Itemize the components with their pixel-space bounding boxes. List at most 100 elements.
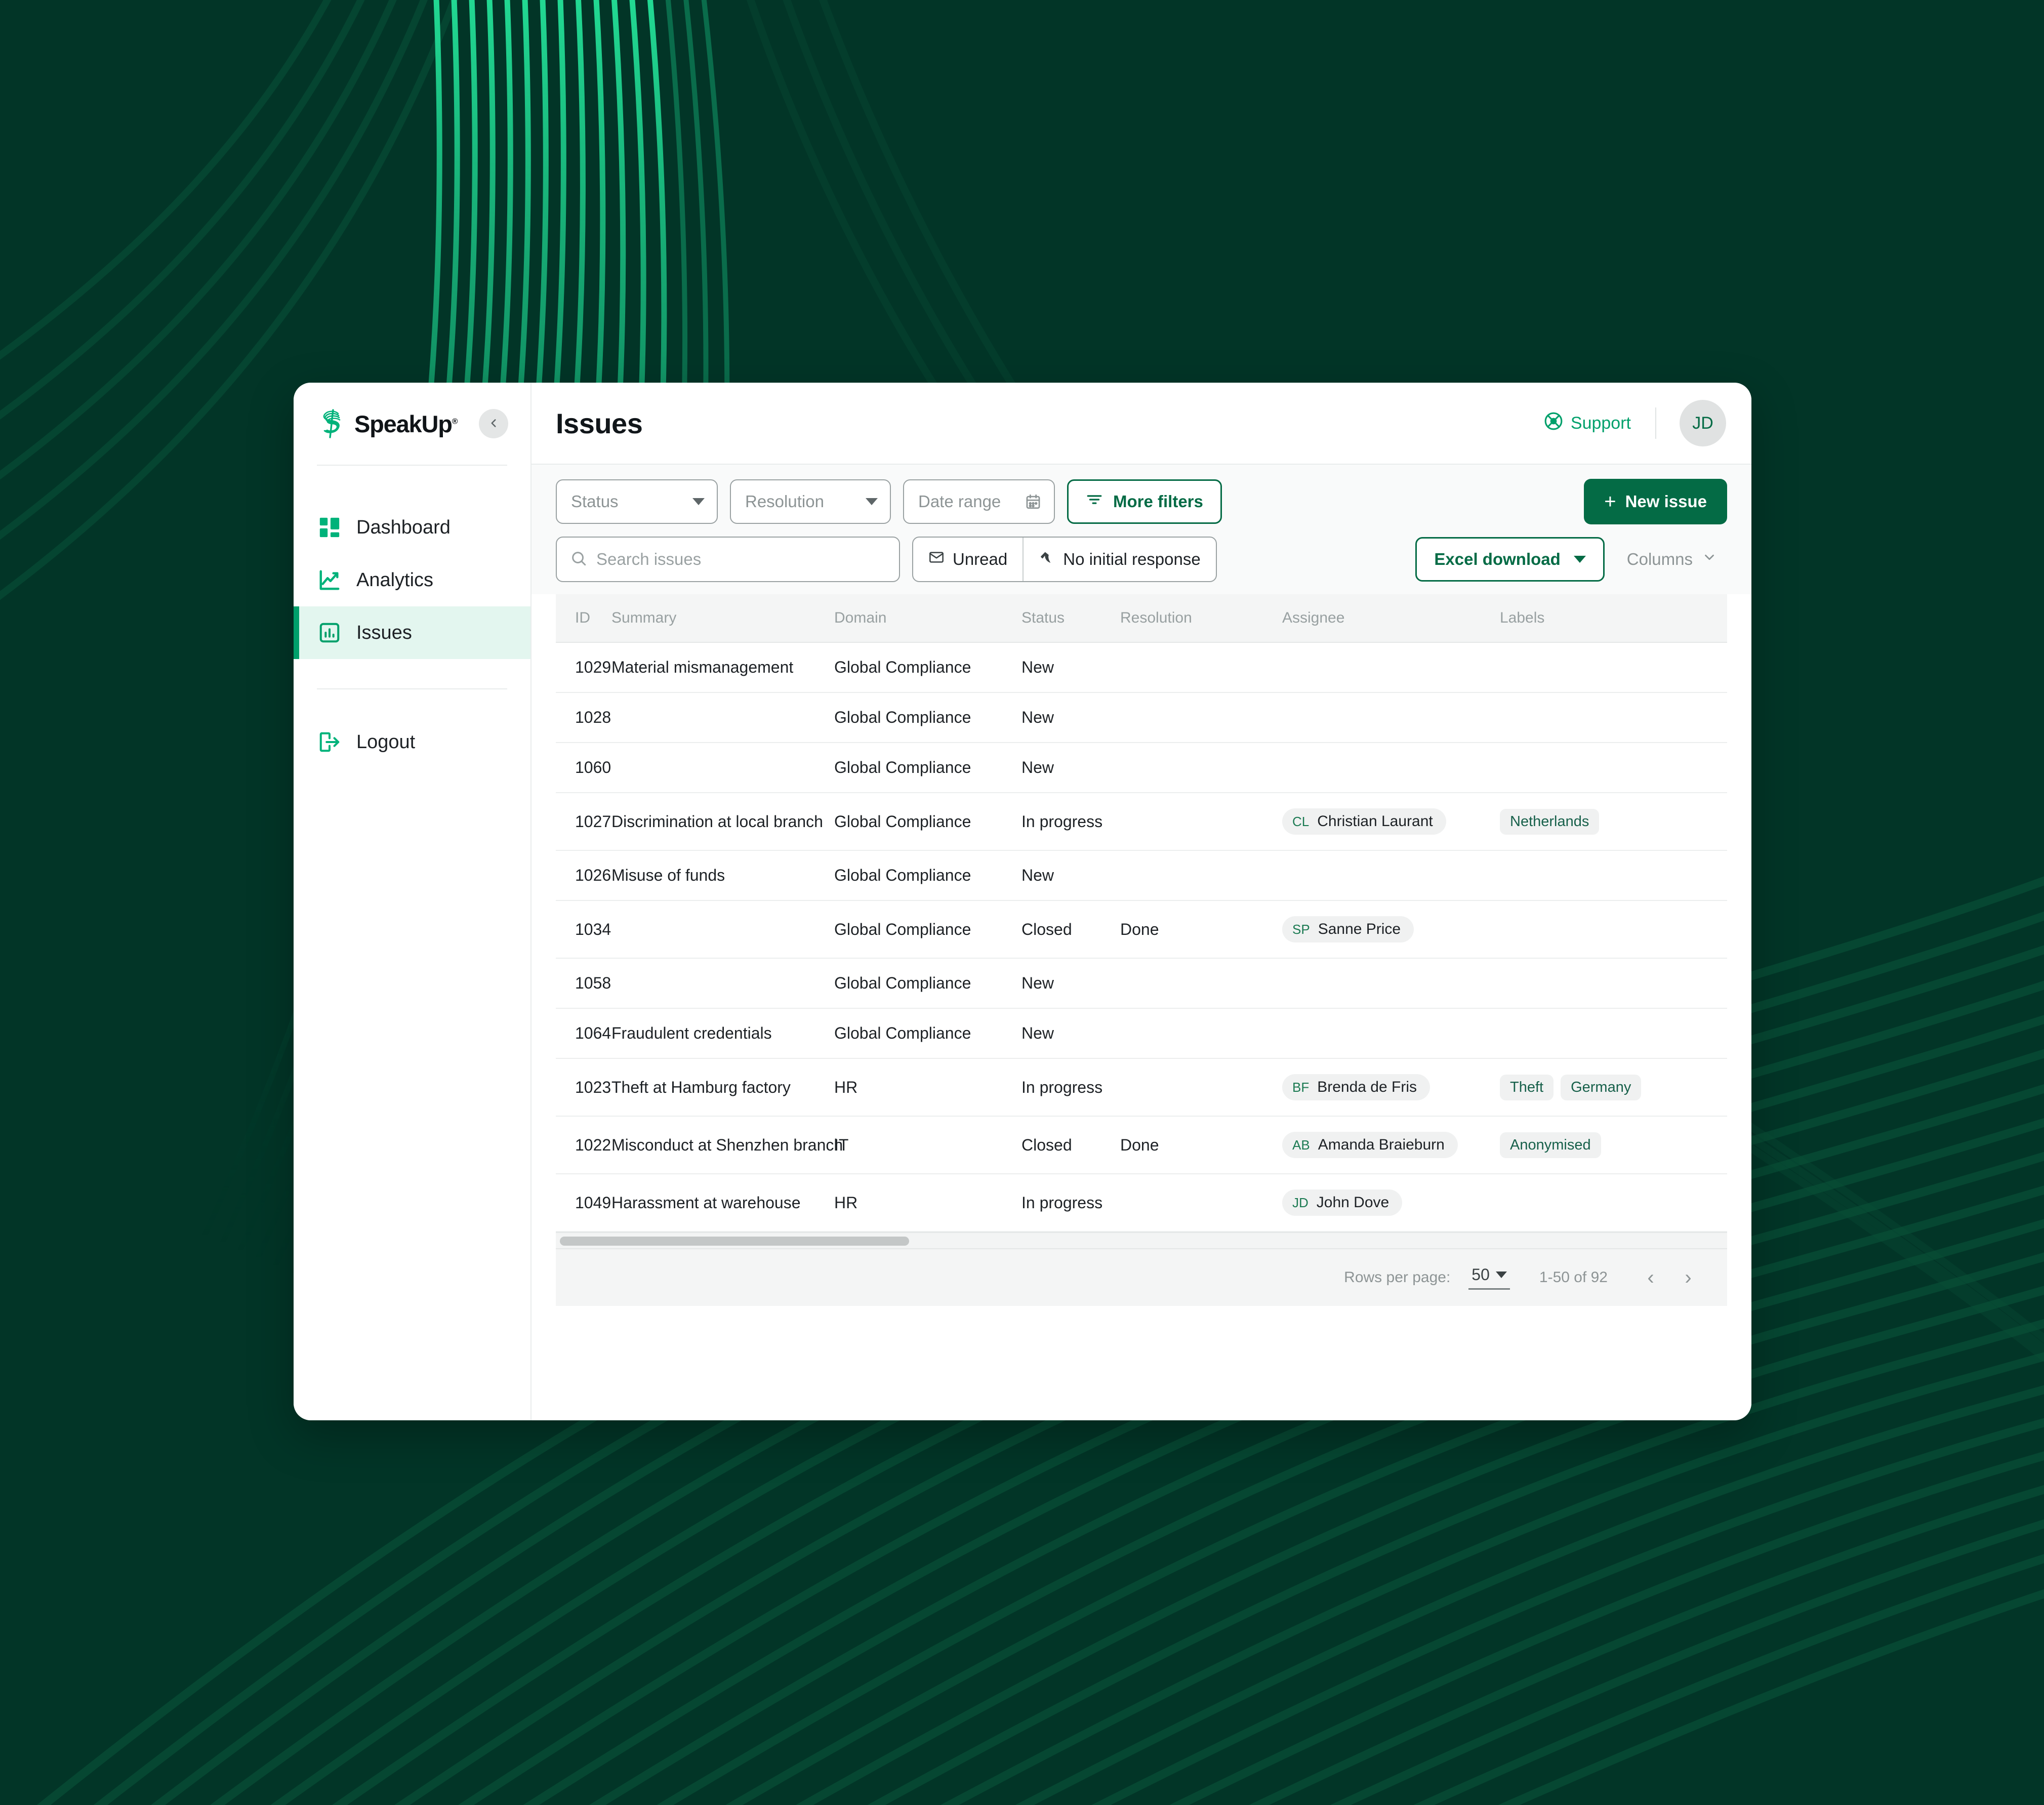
status-filter-select[interactable]: Status — [556, 479, 718, 524]
brand-name: SpeakUp® — [354, 410, 458, 437]
scrollbar-thumb[interactable] — [560, 1237, 909, 1246]
speakup-swirl-logo — [318, 408, 345, 439]
resolution-filter-select[interactable]: Resolution — [730, 479, 891, 524]
label-chip[interactable]: Netherlands — [1500, 808, 1600, 835]
sidebar-item-label: Analytics — [356, 569, 434, 591]
avatar[interactable]: JD — [1680, 400, 1726, 446]
table-horizontal-scrollbar[interactable] — [556, 1232, 1727, 1249]
unread-label: Unread — [953, 550, 1008, 568]
table-row[interactable]: 1028Global ComplianceNew25 Jun — [556, 692, 1727, 743]
assignee-name: Amanda Braieburn — [1318, 1136, 1445, 1153]
cell-summary — [611, 900, 834, 959]
table-row[interactable]: 1023 Theft at Hamburg factory HR In progres… — [556, 1058, 1727, 1117]
assignee-chip[interactable]: JD John Dove — [1282, 1189, 1403, 1216]
cell-labels: Anonymised — [1500, 1116, 1727, 1174]
cell-id: 1026 — [556, 850, 611, 901]
search-input[interactable] — [596, 550, 886, 569]
table-row[interactable]: 1026Misuse of fundsGlobal ComplianceNew2… — [556, 850, 1727, 901]
sidebar-item-issues[interactable]: Issues — [294, 606, 530, 659]
support-link[interactable]: Support — [1544, 412, 1655, 435]
filter-lines-icon — [1086, 491, 1103, 512]
column-header-summary[interactable]: Summary — [611, 594, 834, 643]
cell-status: New — [1021, 1008, 1120, 1059]
label-chip[interactable]: Theft — [1500, 1074, 1554, 1100]
previous-page-button[interactable]: ‹ — [1632, 1259, 1669, 1296]
column-header-status[interactable]: Status — [1021, 594, 1120, 643]
sidebar: SpeakUp® Dashboard Analytics Issues Logo… — [294, 383, 532, 1420]
cell-resolution: Done — [1120, 900, 1282, 959]
cell-id: 1022 — [556, 1116, 611, 1174]
cell-labels — [1500, 900, 1727, 959]
cell-status: New — [1021, 743, 1120, 793]
no-initial-response-filter-button[interactable]: No initial response — [1023, 538, 1215, 581]
cell-summary: Fraudulent credentials — [611, 1008, 834, 1059]
rows-per-page-label: Rows per page: — [1344, 1269, 1451, 1286]
reply-arrow-icon — [1039, 549, 1055, 569]
cell-labels: Theft Germany — [1500, 1058, 1727, 1117]
cell-id: 1029 — [556, 642, 611, 693]
assignee-chip[interactable]: AB Amanda Braieburn — [1282, 1132, 1458, 1158]
assignee-name: John Dove — [1316, 1194, 1389, 1211]
chevron-down-icon — [1573, 556, 1586, 563]
sidebar-item-label: Logout — [356, 731, 416, 753]
sidebar-nav: Dashboard Analytics Issues Logout — [294, 466, 530, 768]
sidebar-item-logout[interactable]: Logout — [294, 716, 530, 768]
sidebar-collapse-button[interactable] — [479, 409, 508, 438]
cell-summary — [611, 743, 834, 793]
date-range-input[interactable]: Date range — [903, 479, 1055, 524]
cell-summary: Discrimination at local branch — [611, 793, 834, 851]
rows-per-page-select[interactable]: 50 — [1468, 1265, 1510, 1290]
new-issue-button[interactable]: + New issue — [1584, 479, 1727, 524]
excel-download-button[interactable]: Excel download — [1415, 537, 1605, 582]
cell-domain: Global Compliance — [834, 958, 1021, 1009]
next-page-button[interactable]: › — [1669, 1259, 1707, 1296]
column-header-domain[interactable]: Domain — [834, 594, 1021, 643]
sidebar-item-label: Dashboard — [356, 516, 451, 538]
table-row[interactable]: 1034 Global Compliance Closed Done SP Sanne P… — [556, 900, 1727, 959]
header-actions: Support JD — [1544, 400, 1726, 446]
sidebar-item-analytics[interactable]: Analytics — [294, 554, 530, 606]
assignee-chip[interactable]: CL Christian Laurant — [1282, 808, 1446, 835]
label-chip[interactable]: Anonymised — [1500, 1132, 1601, 1158]
columns-button[interactable]: Columns — [1617, 550, 1727, 569]
table-row[interactable]: 1049 Harassment at warehouse HR In progress… — [556, 1174, 1727, 1232]
column-header-id[interactable]: ID — [556, 594, 611, 643]
excel-download-label: Excel download — [1434, 550, 1561, 568]
search-icon — [570, 550, 587, 569]
cell-resolution — [1120, 850, 1282, 901]
label-chip[interactable]: Germany — [1561, 1074, 1642, 1100]
table-row[interactable]: 1029 Material mismanagement Global Complia… — [556, 642, 1727, 693]
line-chart-icon — [318, 568, 341, 592]
cell-assignee: JD John Dove — [1282, 1174, 1500, 1232]
table-row[interactable]: 1022 Misconduct at Shenzhen branch IT Close… — [556, 1116, 1727, 1174]
column-header-resolution[interactable]: Resolution — [1120, 594, 1282, 643]
assignee-chip[interactable]: SP Sanne Price — [1282, 916, 1414, 942]
table-row[interactable]: 1058Global ComplianceNew18 Jun — [556, 958, 1727, 1009]
dashboard-grid-icon — [318, 516, 341, 539]
date-range-placeholder: Date range — [918, 492, 1001, 511]
sidebar-item-dashboard[interactable]: Dashboard — [294, 501, 530, 554]
table-row[interactable]: 1060Global ComplianceNew22 Jun — [556, 743, 1727, 793]
unread-filter-button[interactable]: Unread — [913, 538, 1023, 581]
assignee-chip[interactable]: BF Brenda de Fris — [1282, 1074, 1430, 1100]
lifebuoy-icon — [1544, 412, 1563, 435]
chevron-down-icon — [866, 498, 878, 505]
status-filter-placeholder: Status — [571, 492, 619, 511]
cell-domain: Global Compliance — [834, 692, 1021, 743]
filters-row: Status Resolution Date range More filter… — [556, 479, 1727, 524]
no-initial-response-label: No initial response — [1063, 550, 1201, 568]
column-header-labels[interactable]: Labels — [1500, 594, 1727, 643]
search-issues-field[interactable] — [556, 537, 900, 582]
brand-row: SpeakUp® — [294, 383, 530, 465]
cell-id: 1060 — [556, 743, 611, 793]
cell-labels — [1500, 1008, 1727, 1059]
more-filters-button[interactable]: More filters — [1067, 479, 1222, 524]
cell-domain: Global Compliance — [834, 850, 1021, 901]
table-row[interactable]: 1027 Discrimination at local branch Global… — [556, 793, 1727, 851]
chevron-down-icon — [1495, 1271, 1507, 1278]
column-header-assignee[interactable]: Assignee — [1282, 594, 1500, 643]
calendar-icon — [1025, 493, 1042, 510]
cell-resolution: Done — [1120, 1116, 1282, 1174]
table-row[interactable]: 1064 Fraudulent credentials Global Complia… — [556, 1008, 1727, 1059]
cell-assignee — [1282, 743, 1500, 793]
